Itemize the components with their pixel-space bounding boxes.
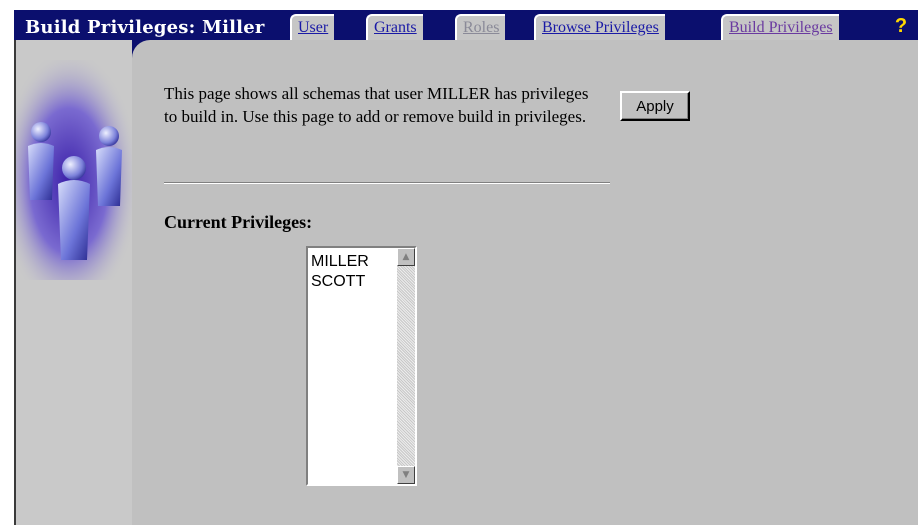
tab-grants[interactable]: Grants — [366, 14, 423, 40]
tab-user-link[interactable]: User — [298, 19, 328, 36]
current-privileges-label: Current Privileges: — [164, 212, 313, 232]
tab-browse-privileges[interactable]: Browse Privileges — [534, 14, 665, 40]
tab-build-privileges[interactable]: Build Privileges — [721, 14, 839, 40]
side-decoration — [14, 40, 134, 525]
tab-roles-link: Roles — [463, 19, 500, 36]
tab-roles: Roles — [455, 14, 506, 40]
scroll-down-arrow-icon[interactable]: ▼ — [397, 466, 415, 484]
divider — [164, 182, 610, 184]
tab-user[interactable]: User — [290, 14, 335, 40]
page-description: This page shows all schemas that user MI… — [164, 84, 589, 126]
apply-button[interactable]: Apply — [620, 91, 690, 121]
main-panel: This page shows all schemas that user MI… — [132, 40, 918, 525]
list-item[interactable]: MILLER — [311, 252, 369, 272]
tab-grants-link[interactable]: Grants — [374, 19, 417, 36]
listbox-scrollbar[interactable]: ▲ ▼ — [397, 248, 415, 484]
tab-browse-privileges-link[interactable]: Browse Privileges — [542, 19, 659, 36]
page-title: Build Privileges: Miller — [25, 17, 265, 38]
help-icon[interactable]: ? — [884, 14, 918, 40]
current-privileges-listbox[interactable]: MILLER SCOTT ▲ ▼ — [306, 246, 417, 486]
tab-build-privileges-link[interactable]: Build Privileges — [729, 19, 833, 36]
scroll-up-arrow-icon[interactable]: ▲ — [397, 248, 415, 266]
listbox-items: MILLER SCOTT — [311, 252, 369, 292]
people-group-icon — [16, 60, 134, 280]
list-item[interactable]: SCOTT — [311, 272, 369, 292]
